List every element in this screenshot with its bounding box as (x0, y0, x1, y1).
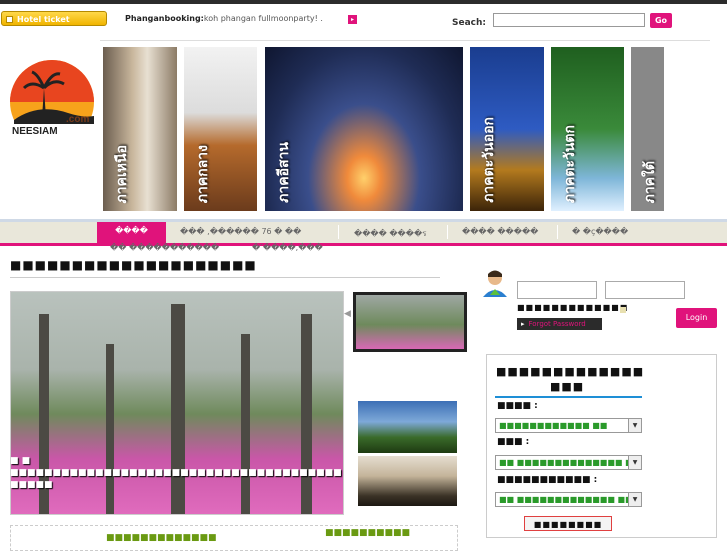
field-label-2: ■■■ : (497, 437, 530, 447)
banner-northeast[interactable]: ภาคอีสาน (265, 47, 463, 211)
banner-central[interactable]: ภาคกลาง (184, 47, 257, 211)
banner-east[interactable]: ภาคตะวันออก (470, 47, 544, 211)
top-bar (0, 0, 727, 4)
thumbnail-1[interactable] (353, 292, 467, 352)
forgot-label: Forgot Password (528, 320, 586, 328)
chevron-down-icon: ▼ (628, 493, 641, 506)
footer-link-left[interactable]: ■■■■■■■■■■■■■ (106, 533, 217, 543)
caret-right-icon: ▸ (521, 320, 525, 328)
form-title-2: ■■■ (550, 380, 585, 393)
field-label-3: ■■■■■■■■■■■ : (497, 475, 598, 485)
user-avatar-icon (483, 270, 507, 297)
page-title: ■■■■■■■■■■■■■■■■■■■■ (10, 258, 257, 272)
hotel-ticket-label: Hotel ticket (17, 15, 70, 24)
tree-trunk (241, 334, 250, 514)
next-arrow-icon[interactable]: ▸ (348, 15, 357, 24)
chevron-down-icon: ▼ (628, 456, 641, 469)
login-button[interactable]: Login (676, 308, 717, 328)
forgot-password-link[interactable]: ▸ Forgot Password (517, 318, 602, 330)
promo-brand: Phanganbooking: (125, 14, 204, 23)
neesiam-logo[interactable]: NEESIAM .com (8, 58, 96, 146)
go-button[interactable]: Go (650, 13, 672, 28)
header-divider (100, 40, 710, 41)
form-title: ■■■■■■■■■■■■■ (496, 365, 645, 378)
form-divider (495, 396, 642, 398)
subnav-item-1[interactable]: �� ����������� (110, 243, 219, 252)
thumbnail-3[interactable] (358, 456, 457, 506)
hotel-ticket-button[interactable]: Hotel ticket (1, 11, 107, 26)
nav-item-4[interactable]: ���� ����� (462, 227, 538, 236)
banner-north[interactable]: ภาคเหนือ (103, 47, 177, 211)
nav-item-2[interactable]: ��� ,������ 76 � �� (180, 227, 301, 236)
banner-south[interactable]: ภาคใต้ (631, 47, 704, 211)
banner-label: ภาคใต้ (642, 160, 658, 203)
main-nav: ���� ��� ,������ 76 � �� ���� ����ร ����… (0, 219, 727, 246)
photo-caption: ■ ■ ■■■■■■■■■■■■■■■■■■■■■■■■■■■■■■■■■■■■… (10, 456, 342, 490)
ticket-icon (6, 16, 13, 23)
banner-label: ภาคตะวันออก (481, 117, 497, 203)
username-input[interactable] (517, 281, 597, 299)
form-search-button[interactable]: ■■■■■■■■ (524, 516, 612, 531)
select-2[interactable]: ■■ ■■■■■■■■■■■■■■ ■■ ▼ (495, 455, 642, 470)
password-input[interactable] (605, 281, 685, 299)
field-label-1: ■■■■ : (497, 401, 538, 411)
logo-brand: NEESIAM (12, 126, 58, 137)
login-label: ■■■■■■■■■■■■■ (517, 303, 629, 312)
search-label: Seach: (452, 18, 487, 28)
banner-label: ภาคกลาง (195, 144, 211, 203)
title-divider (10, 277, 440, 278)
select-3[interactable]: ■■ ■■■■■■■■■■■■■ ■■ ▼ (495, 492, 642, 507)
banner-label: ภาคเหนือ (114, 144, 130, 203)
remember-checkbox[interactable] (620, 307, 626, 313)
banner-label: ภาคตะวันตก (562, 124, 578, 203)
select-2-value: ■■ ■■■■■■■■■■■■■■ ■■ (499, 458, 641, 467)
logo-suffix: .com (66, 114, 89, 125)
select-3-value: ■■ ■■■■■■■■■■■■■ ■■ (499, 495, 633, 504)
nav-item-3[interactable]: ���� ����ร (354, 227, 426, 240)
footer-link-right[interactable]: ■■■■■■■■■■ (325, 528, 410, 538)
banner-label: ภาคอีสาน (276, 142, 292, 203)
select-1-value: ■■■■■■■■■■■■ ■■ (499, 421, 608, 430)
chevron-down-icon: ▼ (628, 419, 641, 432)
select-1[interactable]: ■■■■■■■■■■■■ ■■ ▼ (495, 418, 642, 433)
nav-item-home[interactable]: ���� (97, 222, 166, 243)
prev-arrow-icon[interactable]: ◀ (344, 309, 351, 319)
thumbnail-2[interactable] (358, 401, 457, 453)
banner-west[interactable]: ภาคตะวันตก (551, 47, 624, 211)
nav-separator (338, 225, 339, 239)
promo-text[interactable]: Phanganbooking:koh phangan fullmoonparty… (125, 14, 323, 23)
promo-link[interactable]: koh phangan fullmoonparty! . (204, 14, 323, 23)
nav-separator (447, 225, 448, 239)
nav-separator (557, 225, 558, 239)
nav-item-5[interactable]: � �ç���� (572, 227, 628, 236)
search-input[interactable] (493, 13, 645, 27)
subnav-item-2[interactable]: �˹����,��� (252, 243, 323, 252)
tree-trunk (301, 314, 312, 514)
